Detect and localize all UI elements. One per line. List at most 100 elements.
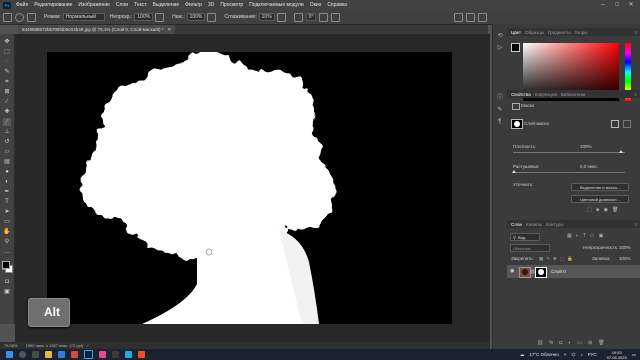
lock-image-icon[interactable]: ✎	[546, 256, 550, 262]
brushes-panel-icon[interactable]: ✎	[496, 106, 504, 114]
menu-view[interactable]: Просмотр	[220, 2, 243, 8]
share-icon[interactable]	[478, 13, 487, 22]
history-brush-tool-icon[interactable]: ↺	[3, 138, 11, 146]
edge-icon[interactable]	[58, 351, 65, 358]
select-and-mask-button[interactable]: Выделение и маска...	[571, 183, 629, 191]
brush-tool-icon[interactable]: ∕	[3, 118, 11, 126]
panel-menu-icon[interactable]: ≡	[634, 222, 637, 227]
type-tool-icon[interactable]: T	[3, 198, 11, 206]
lock-all-icon[interactable]: 🔒	[567, 256, 573, 262]
network-icon[interactable]: ⌬	[572, 352, 576, 358]
tab-patterns[interactable]: Узоры	[575, 30, 588, 35]
yandex-browser-icon[interactable]	[71, 351, 78, 358]
smoothing-settings-icon[interactable]	[276, 12, 286, 22]
screen-mode-icon[interactable]: ▣	[3, 288, 11, 296]
workspace-icon[interactable]	[466, 13, 475, 22]
menu-help[interactable]: Справка	[327, 2, 347, 8]
blend-mode-select[interactable]: Обычные	[510, 244, 550, 252]
pressure-opacity-icon[interactable]	[155, 12, 165, 22]
feather-slider-handle[interactable]	[512, 170, 516, 173]
close-tab-icon[interactable]: ✕	[167, 27, 171, 33]
search-taskbar-icon[interactable]	[19, 351, 26, 358]
menu-3d[interactable]: 3D	[208, 2, 214, 8]
lock-artboard-icon[interactable]: ⬚	[560, 256, 564, 262]
tray-chevron-icon[interactable]: ˄	[564, 352, 567, 357]
actions-panel-icon[interactable]: ▷	[496, 44, 504, 52]
search-icon[interactable]	[454, 13, 463, 22]
tab-layers[interactable]: Слои	[511, 222, 522, 227]
pen-tool-icon[interactable]: ✒	[3, 188, 11, 196]
telegram-icon[interactable]	[125, 351, 132, 358]
filter-adjustment-icon[interactable]: ◐	[576, 233, 579, 239]
clone-stamp-tool-icon[interactable]: ⊥	[3, 128, 11, 136]
minimize-icon[interactable]: –	[596, 0, 610, 10]
menu-plugins[interactable]: Подключаемые модули	[249, 2, 303, 8]
opacity-field[interactable]: 100%	[134, 13, 154, 21]
paragraph-panel-icon[interactable]: ¶	[496, 118, 504, 126]
photoshop-taskbar-icon[interactable]	[84, 350, 93, 359]
link-layers-icon[interactable]: ⛓	[537, 340, 543, 346]
app-icon[interactable]	[99, 351, 106, 358]
add-mask-icon[interactable]: ◘	[559, 340, 562, 346]
frame-tool-icon[interactable]: ⊠	[3, 88, 11, 96]
quick-mask-icon[interactable]: ◘	[3, 278, 11, 286]
filter-type-icon[interactable]: T	[583, 233, 586, 239]
feather-slider[interactable]	[513, 172, 625, 173]
delete-layer-icon[interactable]: 🗑	[598, 340, 604, 346]
tab-swatches[interactable]: Образцы	[525, 30, 544, 35]
pressure-field[interactable]: 100%	[186, 13, 206, 21]
volume-icon[interactable]: ♪	[580, 352, 582, 357]
file-explorer-icon[interactable]	[45, 351, 52, 358]
mode-select[interactable]: Нормальный	[62, 13, 105, 21]
quick-select-tool-icon[interactable]: ✎	[3, 68, 11, 76]
filter-shape-icon[interactable]: ▭	[590, 233, 595, 239]
menu-filter[interactable]: Фильтр	[185, 2, 202, 8]
maximize-icon[interactable]: □	[610, 0, 624, 10]
menu-file[interactable]: Файл	[16, 2, 28, 8]
menu-select[interactable]: Выделение	[153, 2, 180, 8]
clock[interactable]: 19:53 07.05.2023	[602, 350, 627, 360]
status-arrow-icon[interactable]: ›	[87, 343, 88, 348]
path-selection-tool-icon[interactable]: ➤	[3, 208, 11, 216]
visibility-eye-icon[interactable]: ◉	[510, 268, 514, 274]
menu-image[interactable]: Изображение	[78, 2, 110, 8]
panel-menu-icon[interactable]: ≡	[634, 92, 637, 97]
zoom-tool-icon[interactable]: ⚲	[3, 238, 11, 246]
lock-position-icon[interactable]: ✥	[553, 256, 557, 262]
tab-libraries[interactable]: Библиотеки	[561, 92, 585, 97]
brush-settings-icon[interactable]	[27, 12, 36, 22]
density-slider-handle[interactable]	[619, 150, 623, 153]
task-view-icon[interactable]	[32, 351, 39, 358]
layer-row[interactable]: ◉ ⛓ Слой 0	[507, 265, 640, 278]
tab-adjustments[interactable]: Коррекция	[535, 92, 557, 97]
adjustment-layer-icon[interactable]: ◐	[568, 340, 571, 346]
fill-value[interactable]: 100%	[619, 256, 631, 261]
color-range-button[interactable]: Цветовой диапазон...	[571, 195, 629, 203]
tab-paths[interactable]: Контуры	[546, 222, 564, 227]
marquee-tool-icon[interactable]: ⬚	[3, 48, 11, 56]
document-tab[interactable]: 8449588672b5708f4b8e04b49.jpg @ 75,1% (С…	[18, 25, 176, 34]
tab-properties[interactable]: Свойства	[511, 92, 531, 97]
delete-mask-icon[interactable]: 🗑	[612, 207, 618, 213]
load-selection-icon[interactable]: ⬚	[587, 207, 592, 213]
layer-filter-select[interactable]: ⚲ Вид	[510, 233, 540, 241]
menu-edit[interactable]: Редактирование	[34, 2, 72, 8]
filter-pixel-icon[interactable]: ▦	[567, 233, 572, 239]
pixel-mask-icon[interactable]	[611, 120, 619, 128]
menu-type[interactable]: Текст	[134, 2, 147, 8]
zoom-level[interactable]: 75,08%	[4, 343, 18, 348]
more-tools-icon[interactable]: …	[3, 248, 11, 256]
layer-style-icon[interactable]: fx	[549, 340, 553, 346]
toggle-mask-icon[interactable]: ◉	[604, 207, 608, 213]
eraser-tool-icon[interactable]: ▱	[3, 148, 11, 156]
apply-mask-icon[interactable]: ◈	[596, 207, 600, 213]
symmetry-icon[interactable]	[331, 12, 341, 22]
info-panel-icon[interactable]: ⓘ	[496, 94, 504, 102]
tab-channels[interactable]: Каналы	[526, 222, 542, 227]
weather-text[interactable]: 17°C Облачно	[529, 352, 559, 357]
blur-tool-icon[interactable]: ●	[3, 168, 11, 176]
home-icon[interactable]	[3, 12, 12, 22]
hand-tool-icon[interactable]: ✋	[3, 228, 11, 236]
close-icon[interactable]: ✕	[624, 0, 638, 10]
crop-tool-icon[interactable]: ⌗	[3, 78, 11, 86]
